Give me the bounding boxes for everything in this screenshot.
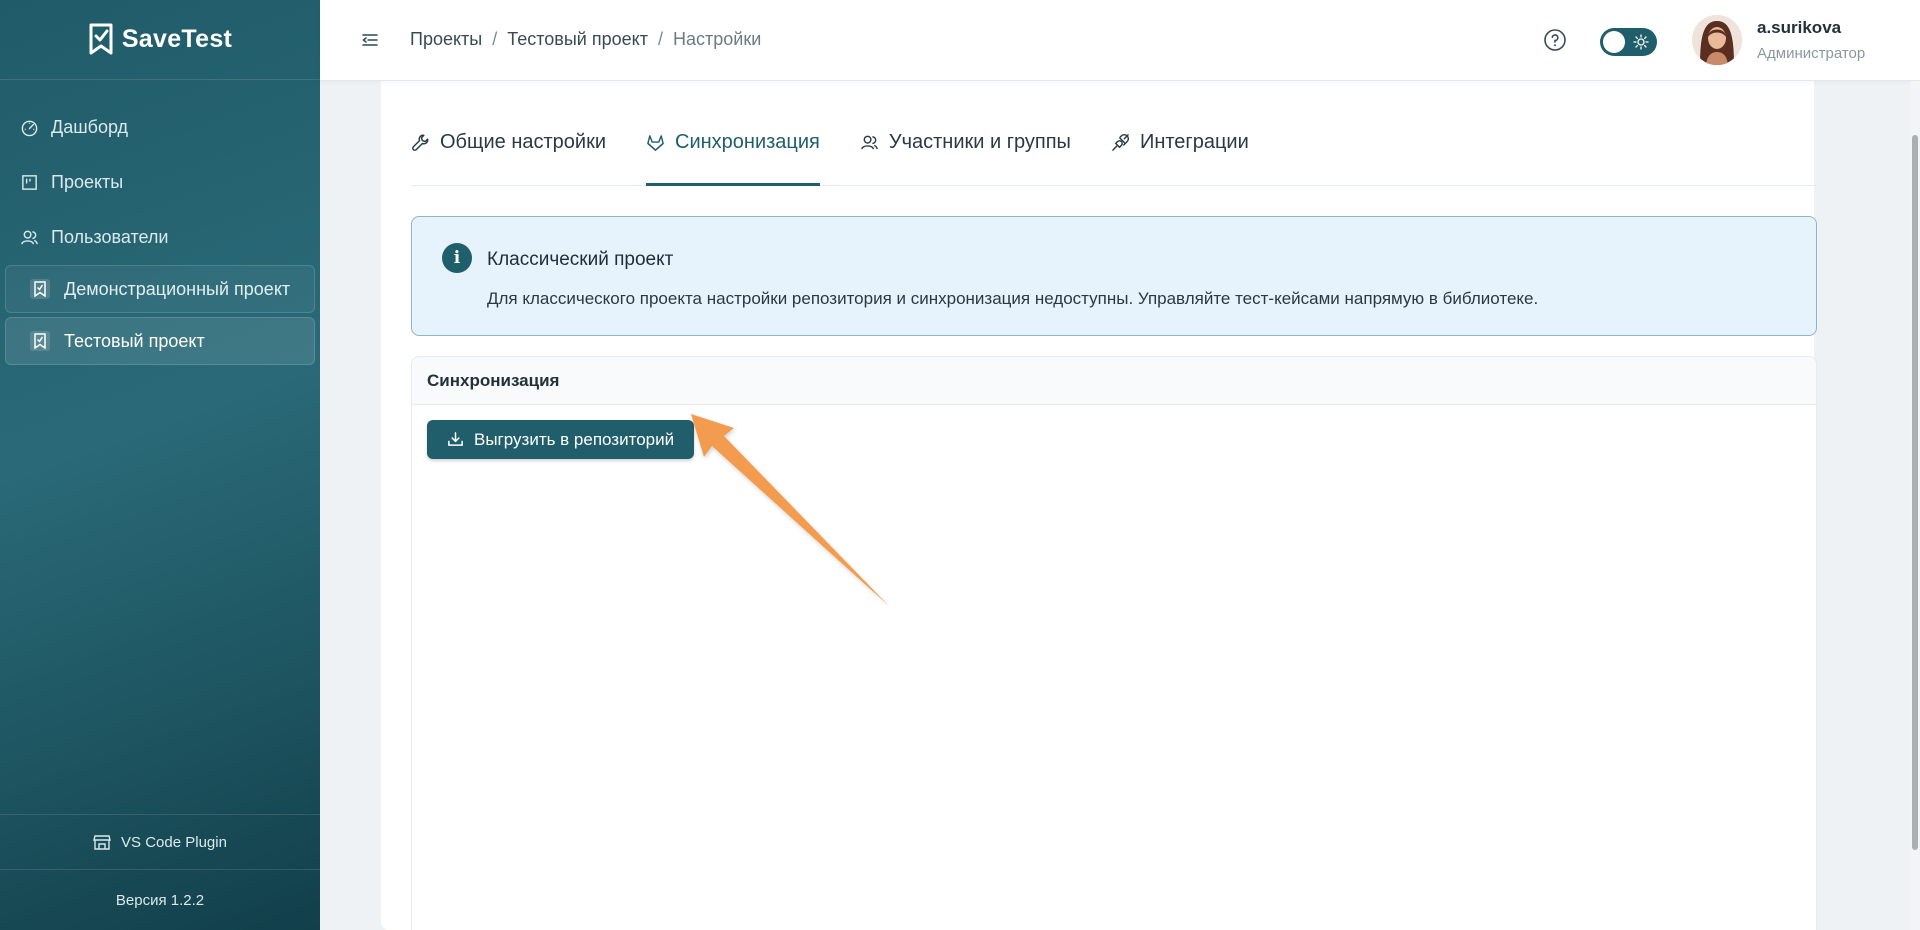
plug-icon <box>1112 133 1129 151</box>
sidebar-item-label: Пользователи <box>51 227 169 247</box>
gitlab-icon <box>647 135 664 152</box>
sidebar-project-demo[interactable]: Демонстрационный проект <box>5 265 315 313</box>
tab-label: Интеграции <box>1139 131 1249 153</box>
breadcrumb-separator: / <box>657 29 663 49</box>
download-icon <box>448 432 463 446</box>
project-label: Демонстрационный проект <box>64 278 291 299</box>
tab-label: Участники и группы <box>888 131 1071 153</box>
sidebar-footer: VS Code Plugin Версия 1.2.2 <box>0 814 320 930</box>
upload-button-label: Выгрузить в репозиторий <box>474 429 675 449</box>
project-icon <box>30 331 50 351</box>
version-label: Версия 1.2.2 <box>115 891 205 909</box>
tab-sync[interactable]: Синхронизация <box>646 100 820 186</box>
breadcrumb-current: Настройки <box>672 29 762 49</box>
sync-panel-title: Синхронизация <box>412 357 1816 405</box>
breadcrumb-separator: / <box>492 29 498 49</box>
sidebar-item-label: Дашборд <box>51 117 129 137</box>
sidebar-nav: Дашборд Проекты Пользователи Демонстраци… <box>0 80 320 365</box>
breadcrumb: Проекты / Тестовый проект / Настройки <box>410 29 761 50</box>
sidebar-item-users[interactable]: Пользователи <box>0 210 320 265</box>
user-role: Администратор <box>1757 45 1866 62</box>
page-scrollbar-thumb[interactable] <box>1912 135 1918 850</box>
user-name: a.surikova <box>1757 18 1842 37</box>
logo[interactable]: SaveTest <box>0 0 320 80</box>
sidebar-item-label: Проекты <box>51 172 124 192</box>
logo-icon <box>89 23 113 54</box>
tab-general-settings[interactable]: Общие настройки <box>411 100 606 185</box>
menu-collapse-icon[interactable] <box>360 30 380 50</box>
wrench-icon <box>412 134 429 151</box>
upload-to-repo-button[interactable]: Выгрузить в репозиторий <box>427 420 695 459</box>
users-icon <box>21 230 38 245</box>
tab-label: Общие настройки <box>440 131 606 153</box>
sun-icon <box>1633 34 1649 50</box>
theme-toggle[interactable] <box>1600 28 1657 56</box>
settings-tabs: Общие настройки Синхронизация Участники … <box>411 100 1817 186</box>
help-icon[interactable] <box>1543 28 1567 52</box>
toggle-knob <box>1603 31 1625 53</box>
dashboard-icon <box>21 120 38 137</box>
project-label: Тестовый проект <box>64 330 205 351</box>
project-icon <box>30 279 50 299</box>
sidebar: SaveTest Дашборд Проекты Пользователи Де… <box>0 0 320 930</box>
sidebar-item-projects[interactable]: Проекты <box>0 155 320 210</box>
avatar[interactable] <box>1692 15 1742 65</box>
store-icon <box>93 835 111 850</box>
info-text: Для классического проекта настройки репо… <box>487 289 1539 308</box>
info-icon: i <box>442 243 472 273</box>
tab-label: Синхронизация <box>675 131 820 153</box>
members-icon <box>861 135 878 150</box>
tab-members-groups[interactable]: Участники и группы <box>860 100 1071 185</box>
info-title: Классический проект <box>487 249 674 270</box>
top-header: Проекты / Тестовый проект / Настройки a.… <box>320 0 1920 81</box>
breadcrumb-project[interactable]: Тестовый проект <box>507 29 648 50</box>
info-alert: i Классический проект Для классического … <box>411 216 1817 336</box>
projects-icon <box>22 175 37 190</box>
vscode-plugin-link[interactable]: VS Code Plugin <box>0 814 320 870</box>
sidebar-item-dashboard[interactable]: Дашборд <box>0 100 320 155</box>
sidebar-project-test[interactable]: Тестовый проект <box>5 317 315 365</box>
settings-card: Общие настройки Синхронизация Участники … <box>381 40 1817 930</box>
app-name: SaveTest <box>121 25 233 53</box>
plugin-label: VS Code Plugin <box>121 833 227 851</box>
sync-panel: Синхронизация Выгрузить в репозиторий <box>411 356 1817 930</box>
tab-integrations[interactable]: Интеграции <box>1111 100 1249 185</box>
breadcrumb-projects[interactable]: Проекты <box>410 29 482 50</box>
